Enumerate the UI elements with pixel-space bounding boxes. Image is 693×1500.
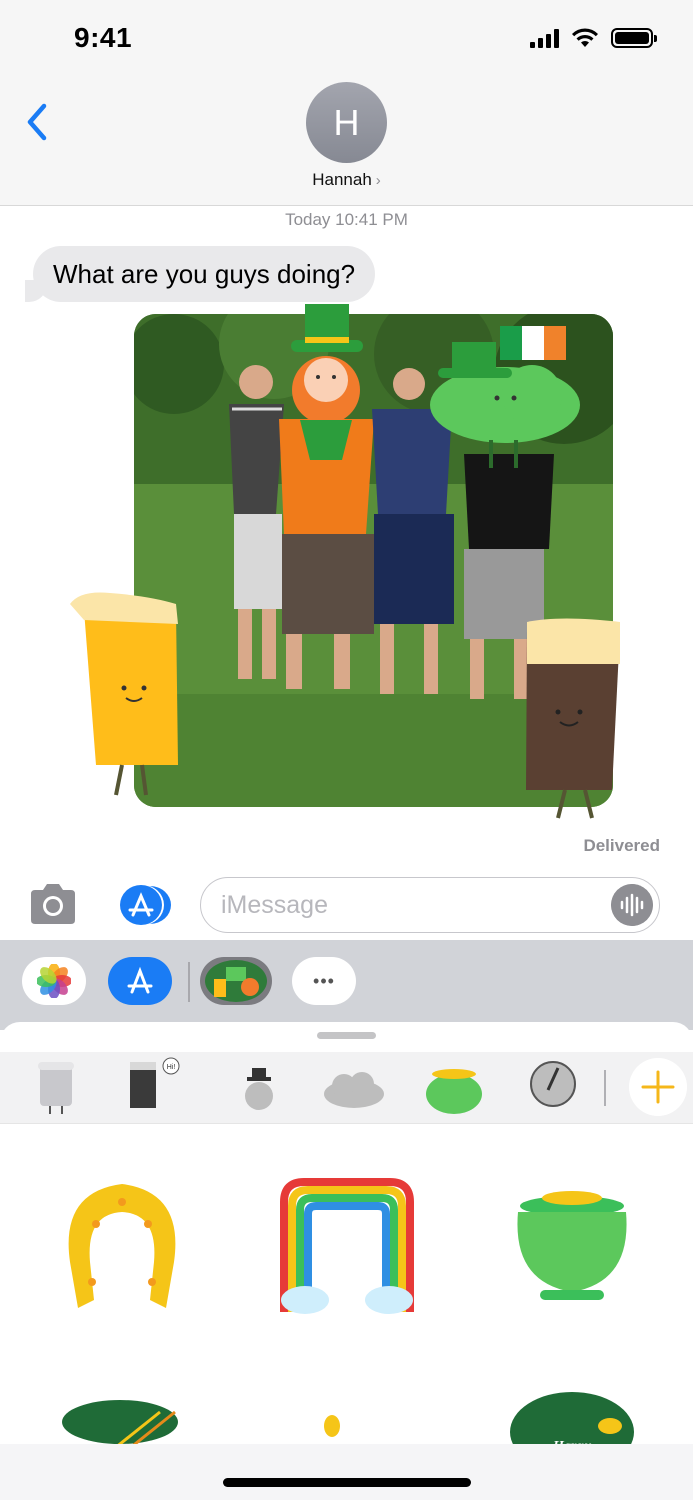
category-pot-of-gold-sticker[interactable] (426, 1069, 482, 1114)
imessage-input[interactable]: iMessage (200, 877, 660, 933)
back-chevron-icon[interactable] (22, 100, 54, 144)
more-icon: ••• (313, 970, 335, 991)
category-leprechaun-gray-sticker[interactable] (245, 1068, 273, 1110)
cellular-signal-icon (530, 28, 559, 48)
rainbow-sticker[interactable] (280, 1178, 414, 1314)
golf-photo[interactable] (134, 314, 613, 807)
incoming-message-bubble[interactable]: What are you guys doing? (24, 246, 376, 302)
delivery-status: Delivered (583, 836, 660, 855)
conversation-header: 9:41 H Hannah › (0, 0, 693, 206)
category-dark-beer-sticker[interactable]: Hi! (130, 1057, 180, 1108)
category-cloud-sticker[interactable] (324, 1072, 384, 1108)
status-icons (530, 28, 657, 48)
home-indicator[interactable] (223, 1478, 471, 1487)
add-sticker-icon[interactable] (629, 1058, 687, 1116)
imessage-placeholder: iMessage (221, 891, 328, 919)
category-mummy-sticker[interactable] (38, 1062, 74, 1114)
app-store-app-button[interactable] (108, 957, 172, 1005)
contact-name-button[interactable]: Hannah › (0, 170, 693, 190)
photos-icon (37, 964, 71, 998)
more-apps-button[interactable]: ••• (292, 957, 356, 1005)
app-store-icon (127, 966, 153, 994)
home-indicator-area (0, 1444, 693, 1500)
app-store-button-icon[interactable] (114, 884, 172, 926)
strip-divider (604, 1070, 606, 1106)
sticker-category-strip: Hi! (0, 1052, 693, 1124)
message-timestamp: Today 10:41 PM (285, 210, 408, 229)
photo-scene (134, 314, 613, 807)
st-patricks-sticker-app-button[interactable] (200, 957, 272, 1005)
status-time: 9:41 (74, 22, 133, 53)
battery-icon (611, 28, 657, 48)
contact-name: Hannah (312, 170, 372, 189)
st-patricks-app-icon (205, 960, 267, 1002)
drawer-divider (188, 962, 190, 1002)
panel-grabber[interactable] (317, 1032, 376, 1039)
camera-icon[interactable] (27, 882, 79, 926)
category-barrels-of-beer-sticker[interactable] (530, 1061, 576, 1107)
chevron-right-icon: › (375, 172, 381, 189)
contact-avatar[interactable]: H (306, 82, 387, 163)
wifi-icon (572, 28, 598, 47)
horseshoe-sticker[interactable] (68, 1184, 176, 1308)
photos-app-button[interactable] (22, 957, 86, 1005)
pot-of-gold-sticker[interactable] (517, 1191, 627, 1300)
sticker-categories: Hi! (38, 1057, 576, 1114)
app-drawer: ••• (0, 940, 693, 1030)
hi-bubble-text: Hi! (167, 1064, 176, 1071)
sticker-panel: Hi! (0, 1022, 693, 1500)
audio-message-icon[interactable] (611, 884, 653, 926)
